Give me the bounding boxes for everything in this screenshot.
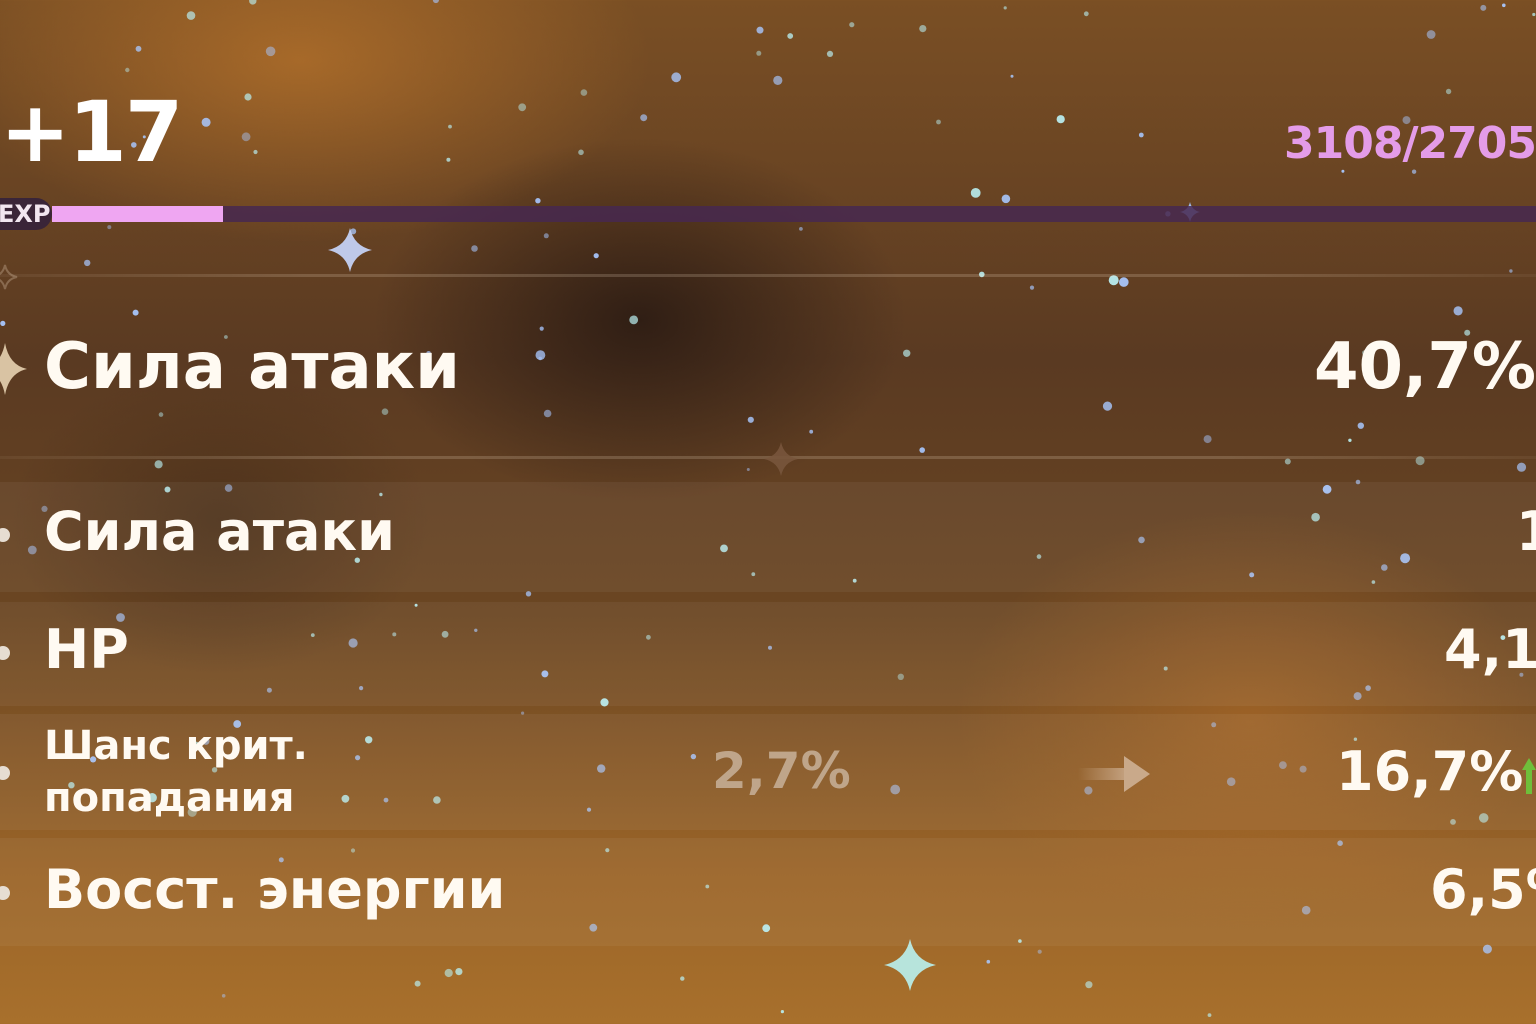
star-particle: [107, 225, 112, 230]
bullet-dot-icon: [0, 886, 10, 900]
star-particle: [756, 50, 762, 56]
star-particle: [787, 33, 794, 39]
star-particle: [1516, 462, 1527, 472]
star-particle: [1411, 169, 1417, 174]
star-particle: [826, 50, 834, 58]
star-particle: [1207, 1013, 1212, 1017]
star-particle: [1037, 949, 1042, 954]
star-particle: [680, 976, 685, 981]
star-particle: [1426, 30, 1436, 39]
sub-stat-label-line: Шанс крит.: [44, 723, 308, 769]
main-stat: Сила атаки 40,7%: [0, 300, 1536, 440]
bullet-dot-icon: [0, 528, 10, 542]
sub-stat-label-line: попадания: [44, 775, 295, 821]
star-particle: [444, 968, 453, 978]
star-particle: [773, 75, 783, 85]
star-particle: [1480, 4, 1487, 11]
star-particle: [578, 149, 584, 156]
sparkle-star-icon: [328, 228, 372, 272]
star-particle: [849, 22, 855, 28]
star-particle: [518, 103, 527, 112]
bullet-dot-icon: [0, 766, 10, 780]
star-particle: [414, 980, 421, 987]
star-particle: [432, 0, 439, 4]
star-particle: [1085, 981, 1093, 989]
exp-progress-fill: [52, 206, 223, 222]
main-stat-value: 40,7%: [1313, 330, 1536, 404]
bullet-dot-icon: [0, 646, 10, 660]
star-particle: [471, 245, 478, 252]
star-particle: [543, 233, 549, 239]
star-particle: [241, 132, 251, 142]
sub-stat-value: 1: [1516, 500, 1536, 563]
star-particle: [799, 227, 803, 231]
star-particle: [244, 93, 252, 101]
sub-stat-row: Сила атаки 1: [0, 482, 1536, 592]
star-particle: [1532, 12, 1536, 17]
sub-stat-value: 4,1%: [1444, 618, 1536, 681]
star-particle: [580, 89, 588, 96]
star-particle: [535, 198, 541, 204]
star-particle: [1056, 115, 1065, 124]
star-particle: [640, 114, 648, 122]
star-particle: [455, 968, 463, 976]
star-particle: [746, 468, 750, 471]
star-particle: [249, 0, 257, 5]
star-particle: [265, 46, 276, 57]
star-particle: [201, 117, 211, 127]
star-particle: [253, 149, 258, 155]
sub-stat-label: Сила атаки: [44, 500, 395, 563]
four-point-star-icon: [0, 343, 27, 395]
sub-stat-label: HP: [44, 618, 129, 681]
arrow-right-icon: [1078, 756, 1150, 792]
star-particle: [919, 447, 925, 453]
sub-stat-row: Восст. энергии 6,5%: [0, 838, 1536, 946]
sub-stat-row-upgraded: Шанс крит. попадания 2,7% 16,7%: [0, 714, 1536, 830]
star-particle: [1003, 6, 1007, 10]
star-particle: [125, 67, 130, 73]
star-particle: [671, 72, 682, 83]
star-particle: [780, 1010, 785, 1014]
sub-stat-label: Шанс крит. попадания: [44, 720, 308, 824]
main-stat-label: Сила атаки: [44, 330, 460, 404]
star-particle: [1445, 88, 1452, 95]
star-particle: [1010, 74, 1014, 78]
exp-badge: EXP: [0, 198, 52, 230]
star-particle: [986, 959, 991, 964]
divider-star-icon: [764, 442, 798, 476]
star-particle: [1001, 194, 1011, 204]
star-particle: [446, 157, 451, 162]
arrow-up-icon: [1522, 758, 1536, 794]
star-particle: [186, 11, 196, 20]
sub-stat-value: 6,5%: [1430, 858, 1536, 921]
sub-stat-label: Восст. энергии: [44, 858, 506, 921]
star-particle: [1029, 285, 1035, 290]
star-particle: [919, 25, 927, 33]
star-particle: [221, 994, 226, 998]
sub-stat-old-value: 2,7%: [712, 742, 851, 800]
star-particle: [135, 45, 142, 52]
divider-star-icon: [0, 264, 18, 290]
star-particle: [1502, 3, 1506, 8]
artifact-level: +17: [0, 83, 183, 181]
sparkle-star-icon: [884, 939, 936, 991]
star-particle: [756, 26, 764, 34]
sub-stat-new-value: 16,7%: [1336, 740, 1524, 803]
star-particle: [1341, 169, 1345, 173]
star-particle: [1083, 11, 1089, 17]
star-particle: [448, 124, 452, 129]
exp-count: 3108/2705: [1284, 118, 1536, 169]
star-particle: [154, 460, 163, 469]
star-particle: [1509, 269, 1513, 273]
star-particle: [1138, 132, 1144, 138]
sub-stat-row: HP 4,1%: [0, 602, 1536, 706]
divider: [0, 274, 1536, 277]
star-particle: [1119, 277, 1129, 287]
star-particle: [84, 259, 91, 267]
star-particle: [1284, 458, 1291, 465]
star-particle: [936, 119, 941, 125]
star-particle: [970, 188, 981, 198]
exp-progress-bar: [52, 206, 1536, 222]
star-particle: [593, 253, 599, 259]
